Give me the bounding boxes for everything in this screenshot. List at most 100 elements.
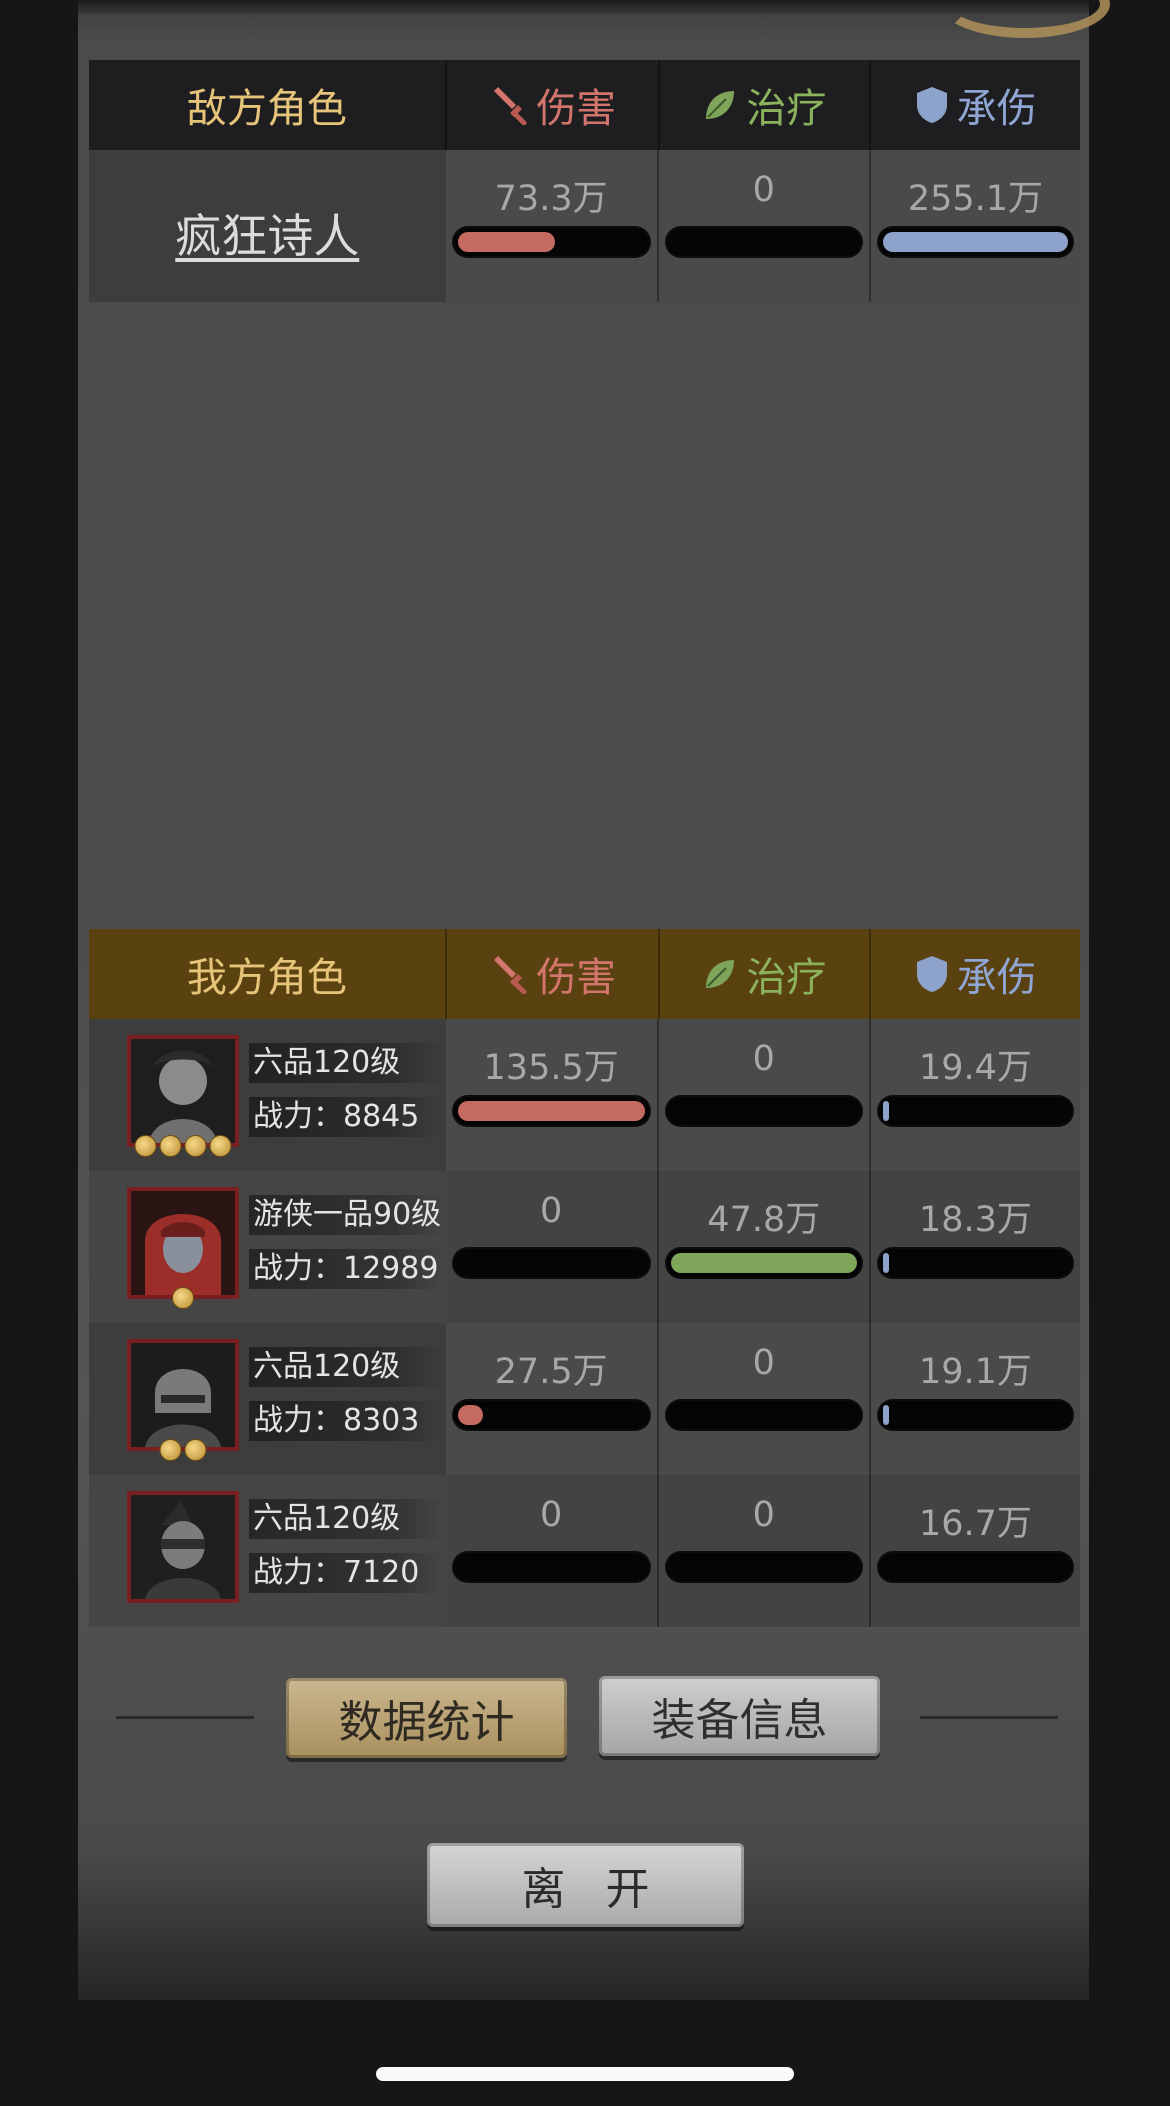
damage-bar — [453, 1249, 649, 1277]
heal-column-label: 治疗 — [746, 86, 827, 132]
tank-value: 16.7万 — [918, 1504, 1032, 1544]
character-avatar[interactable] — [127, 1035, 239, 1157]
damage-bar — [453, 1401, 649, 1429]
character-portrait-icon — [131, 1495, 235, 1599]
heal-cell: 0 — [658, 1475, 871, 1627]
tank-bar — [878, 1553, 1072, 1581]
ally-table-header: 我方角色 伤害 治疗 承伤 — [89, 929, 1080, 1019]
star-icon — [159, 1135, 182, 1157]
ally-info-cell[interactable]: 六品120级 战力：8303 — [89, 1323, 446, 1475]
panel-top-border — [78, 0, 1089, 14]
leave-button[interactable]: 离开 — [427, 1843, 744, 1927]
heal-bar — [666, 1553, 861, 1581]
heal-column-label: 治疗 — [746, 955, 827, 1001]
character-rank: 六品120级 — [249, 1499, 443, 1539]
tank-column-label: 承伤 — [956, 86, 1037, 132]
heal-cell: 0 — [658, 150, 871, 302]
divider-left — [116, 1716, 254, 1719]
star-icon — [134, 1135, 157, 1157]
tank-column-label: 承伤 — [956, 955, 1037, 1001]
character-portrait-icon — [131, 1039, 235, 1143]
damage-cell: 73.3万 — [445, 150, 659, 302]
heal-bar — [666, 228, 861, 256]
shield-icon — [916, 956, 947, 992]
tank-cell: 19.1万 — [870, 1323, 1080, 1475]
damage-value: 0 — [539, 1495, 563, 1535]
heal-value: 0 — [752, 1343, 775, 1383]
heal-cell: 0 — [658, 1019, 871, 1171]
star-rating — [134, 1135, 232, 1157]
star-icon — [184, 1135, 207, 1157]
damage-value: 135.5万 — [483, 1048, 619, 1088]
heal-cell: 0 — [658, 1323, 871, 1475]
tank-cell: 255.1万 — [870, 150, 1080, 302]
divider-right — [920, 1716, 1058, 1719]
heal-bar — [666, 1249, 861, 1277]
character-avatar[interactable] — [127, 1491, 239, 1603]
tank-bar-fill — [882, 1405, 889, 1425]
character-rank: 六品120级 — [249, 1347, 443, 1387]
home-indicator[interactable] — [376, 2067, 794, 2081]
ally-column-title: 我方角色 — [186, 955, 347, 1001]
leaf-icon — [706, 91, 735, 119]
enemy-column-title: 敌方角色 — [186, 86, 347, 132]
ally-row: 六品120级 战力：7120 0 0 16.7万 — [89, 1475, 1080, 1627]
damage-value: 27.5万 — [494, 1352, 608, 1392]
enemy-name-link[interactable]: 疯狂诗人 — [89, 200, 446, 266]
equipment-info-button[interactable]: 装备信息 — [599, 1676, 880, 1756]
ally-row: 六品120级 战力：8303 27.5万 0 19.1万 — [89, 1323, 1080, 1475]
damage-bar-fill — [457, 232, 555, 252]
damage-bar-fill — [457, 1101, 645, 1121]
tank-bar-fill — [882, 1253, 889, 1273]
heal-value: 0 — [752, 1495, 775, 1535]
tank-cell: 19.4万 — [870, 1019, 1080, 1171]
tank-bar-fill — [882, 232, 1068, 252]
tank-bar — [878, 1401, 1072, 1429]
enemy-table-header: 敌方角色 伤害 治疗 承伤 — [89, 60, 1080, 150]
character-power: 战力：8303 — [249, 1401, 443, 1441]
tank-bar — [878, 228, 1072, 256]
character-avatar[interactable] — [127, 1187, 239, 1309]
damage-column-label: 伤害 — [536, 86, 617, 132]
tank-bar — [878, 1097, 1072, 1125]
damage-cell: 0 — [445, 1475, 659, 1627]
damage-cell: 135.5万 — [445, 1019, 659, 1171]
sword-icon — [494, 956, 527, 994]
tank-value: 255.1万 — [907, 179, 1044, 219]
heal-value: 0 — [752, 1039, 775, 1079]
star-rating — [172, 1287, 194, 1309]
leaf-icon — [706, 960, 735, 988]
star-icon — [172, 1287, 194, 1309]
character-avatar[interactable] — [127, 1339, 239, 1461]
heal-bar — [666, 1401, 861, 1429]
ally-info-cell[interactable]: 游侠一品90级 战力：12989 — [89, 1171, 446, 1323]
character-power: 战力：8845 — [249, 1097, 443, 1137]
damage-bar — [453, 1097, 649, 1125]
enemy-name-cell[interactable]: 疯狂诗人 — [89, 150, 446, 302]
tank-value: 19.1万 — [918, 1352, 1032, 1392]
character-rank: 游侠一品90级 — [249, 1195, 443, 1235]
star-icon — [159, 1439, 182, 1461]
damage-bar — [453, 228, 649, 256]
ally-info-cell[interactable]: 六品120级 战力：7120 — [89, 1475, 446, 1627]
tank-cell: 18.3万 — [870, 1171, 1080, 1323]
enemy-row: 疯狂诗人 73.3万 0 255.1万 — [89, 150, 1080, 302]
heal-value: 0 — [752, 170, 775, 210]
damage-value: 73.3万 — [494, 179, 608, 219]
tank-value: 18.3万 — [918, 1200, 1032, 1240]
damage-bar-fill — [457, 1405, 483, 1425]
tank-cell: 16.7万 — [870, 1475, 1080, 1627]
shield-icon — [916, 87, 947, 123]
ally-row: 六品120级 战力：8845 135.5万 0 19.4万 — [89, 1019, 1080, 1171]
ally-row: 游侠一品90级 战力：12989 0 47.8万 18.3万 — [89, 1171, 1080, 1323]
sword-icon — [494, 87, 527, 125]
star-rating — [159, 1439, 207, 1461]
tank-bar-fill — [882, 1101, 889, 1121]
ally-info-cell[interactable]: 六品120级 战力：8845 — [89, 1019, 446, 1171]
character-rank: 六品120级 — [249, 1043, 443, 1083]
damage-bar — [453, 1553, 649, 1581]
heal-bar-fill — [670, 1253, 857, 1273]
character-portrait-icon — [131, 1191, 235, 1295]
data-stats-button[interactable]: 数据统计 — [286, 1678, 567, 1758]
character-power: 战力：12989 — [249, 1249, 443, 1289]
